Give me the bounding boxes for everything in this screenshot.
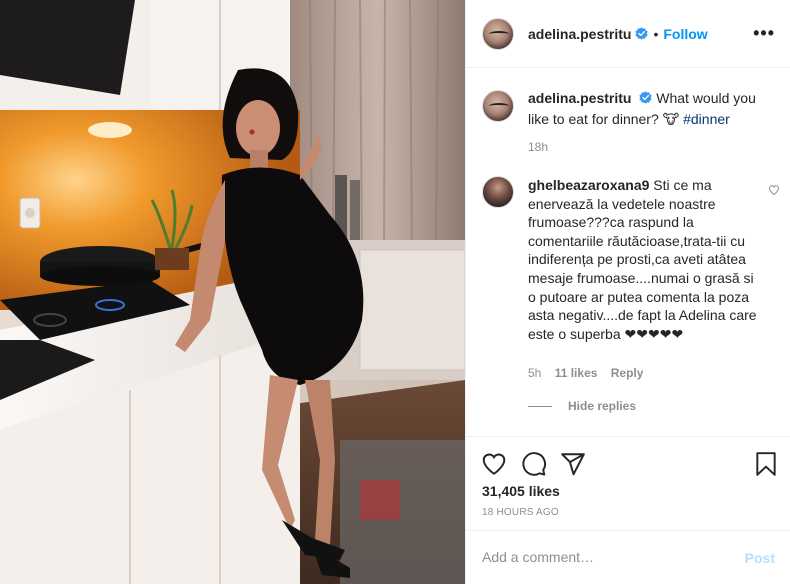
- post-photo[interactable]: [0, 0, 465, 584]
- separator-dot: •: [653, 25, 659, 42]
- caption-text-block: adelina.pestritu What would you like to …: [528, 88, 777, 130]
- commenter-avatar[interactable]: [482, 176, 514, 208]
- more-options-icon[interactable]: •••: [753, 24, 775, 42]
- comment-text-block: ghelbeazaroxana9 Sti ce ma enervează la …: [528, 176, 758, 343]
- hide-replies-line: [528, 405, 552, 407]
- hashtag-link[interactable]: #dinner: [683, 111, 730, 127]
- small-heart-icon[interactable]: [768, 184, 780, 196]
- post-age[interactable]: 18 HOURS AGO: [482, 507, 559, 518]
- caption-avatar[interactable]: [482, 90, 514, 122]
- verified-badge-icon: [635, 27, 649, 40]
- commenter-username[interactable]: ghelbeazaroxana9: [528, 177, 649, 193]
- caption-username[interactable]: adelina.pestritu: [528, 90, 631, 106]
- paper-plane-icon[interactable]: [560, 451, 586, 477]
- comment-icon[interactable]: [521, 451, 547, 477]
- kitchen-photo: [0, 0, 465, 584]
- comment-hearts: ❤❤❤❤❤: [624, 325, 684, 342]
- caption-timestamp[interactable]: 18h: [528, 140, 548, 154]
- reply-button[interactable]: Reply: [611, 366, 644, 380]
- post-side-panel: adelina.pestritu • Follow ••• adelina.pe…: [465, 0, 790, 584]
- bookmark-icon[interactable]: [753, 451, 779, 477]
- comment-input[interactable]: [482, 547, 722, 567]
- add-comment-bar: Post: [466, 530, 790, 584]
- post-comment-button[interactable]: Post: [745, 550, 775, 566]
- follow-button[interactable]: Follow: [663, 26, 707, 42]
- post-header: adelina.pestritu • Follow •••: [466, 0, 790, 68]
- comment-text: Sti ce ma enervează la vedetele noastre …: [528, 177, 757, 342]
- likes-count[interactable]: 31,405 likes: [482, 483, 560, 499]
- hide-replies[interactable]: Hide replies: [528, 399, 636, 413]
- comment-likes[interactable]: 11 likes: [555, 366, 598, 380]
- comment-item: ghelbeazaroxana9 Sti ce ma enervează la …: [482, 176, 777, 343]
- cow-emoji: 🐮: [662, 111, 680, 127]
- author-avatar[interactable]: [482, 17, 514, 50]
- comment-timestamp[interactable]: 5h: [528, 366, 541, 380]
- verified-badge-icon: [639, 91, 653, 104]
- author-username[interactable]: adelina.pestritu: [528, 26, 631, 42]
- post-caption: adelina.pestritu What would you like to …: [482, 88, 777, 130]
- hide-replies-label[interactable]: Hide replies: [568, 399, 636, 413]
- heart-icon[interactable]: [481, 451, 507, 477]
- comment-meta: 5h 11 likes Reply: [528, 366, 653, 380]
